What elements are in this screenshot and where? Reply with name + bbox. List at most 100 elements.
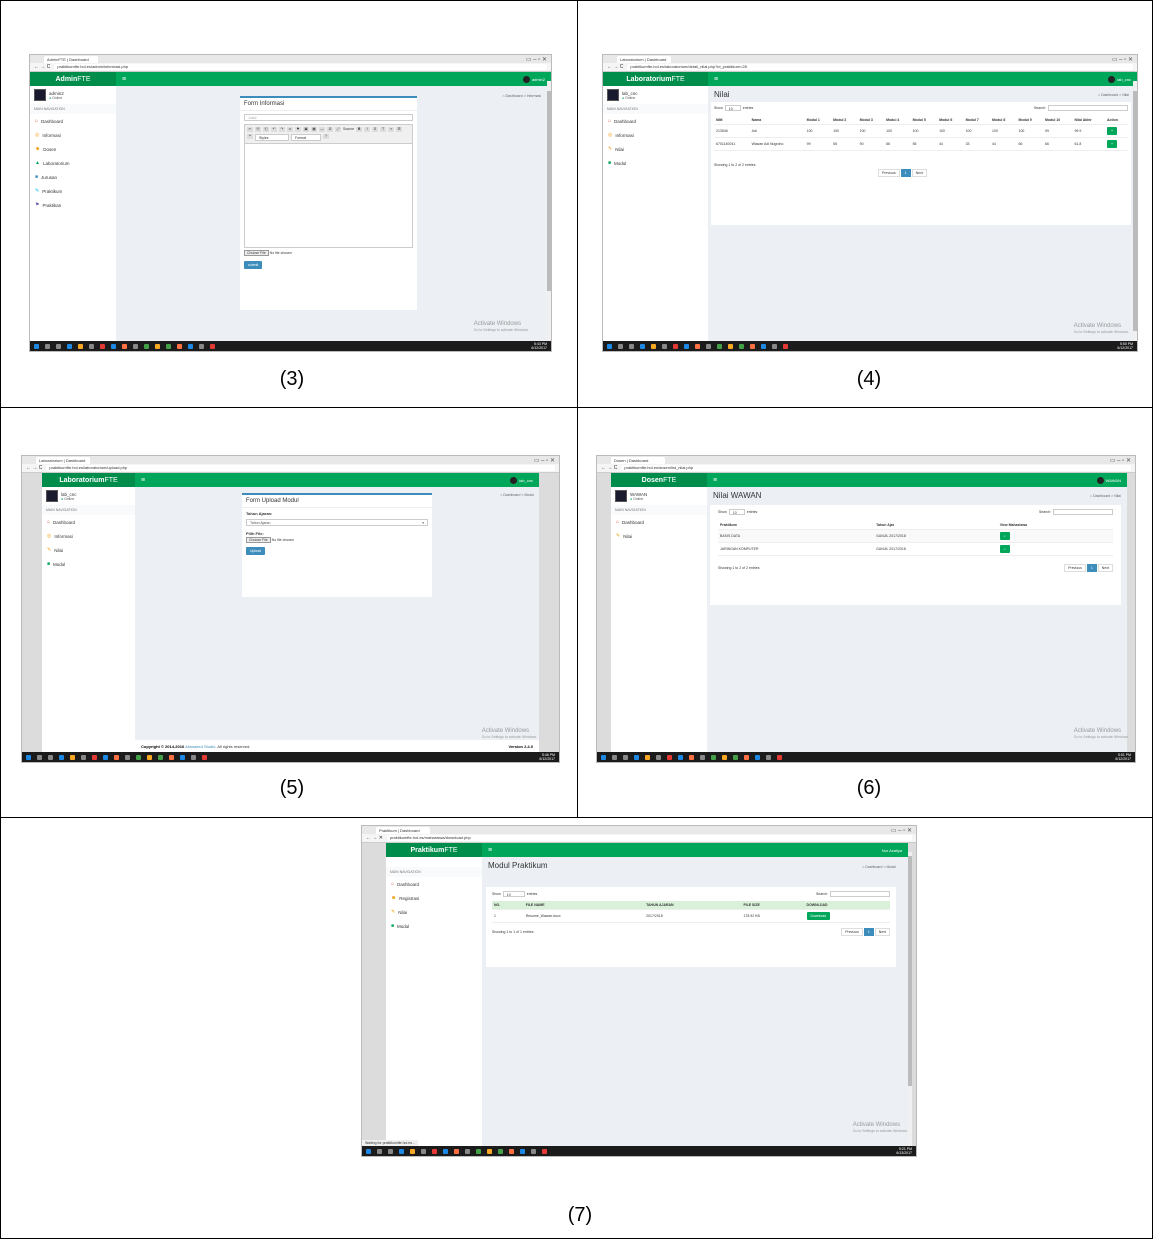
start-icon[interactable]: [601, 754, 606, 760]
app-icon[interactable]: [487, 1148, 492, 1154]
edge-icon[interactable]: [67, 343, 72, 349]
window-controls[interactable]: ▭ – ▫ ✕: [1112, 56, 1133, 63]
search-icon[interactable]: [377, 1148, 382, 1154]
filezilla-icon[interactable]: [210, 343, 215, 349]
app-icon[interactable]: [125, 754, 130, 760]
excel-icon[interactable]: [476, 1148, 481, 1154]
excel-icon[interactable]: [144, 343, 149, 349]
browser-tab[interactable]: Laboratorium | Dashboard: [36, 457, 90, 464]
folder-icon[interactable]: [70, 754, 75, 760]
start-icon[interactable]: [26, 754, 31, 760]
format-select[interactable]: Format: [291, 134, 321, 141]
browser-tab[interactable]: Laboratorium | Dashboard: [617, 56, 671, 63]
edge-icon[interactable]: [59, 754, 64, 760]
download-button[interactable]: Download: [806, 912, 831, 920]
folder-icon[interactable]: [645, 754, 650, 760]
taskbar-clock[interactable]: 5:43 PM 6/12/2017: [531, 342, 547, 350]
link-icon[interactable]: ∞: [287, 127, 293, 132]
chrome-icon[interactable]: [695, 343, 700, 349]
column-header[interactable]: Modul 7: [963, 116, 991, 125]
undo-icon[interactable]: ↶: [271, 127, 277, 132]
prev-button[interactable]: Previous: [1064, 564, 1086, 572]
sidebar-item-laboratorium[interactable]: ▲ Laboratorium: [30, 156, 116, 170]
brand-logo[interactable]: Laboratorium FTE: [603, 72, 708, 86]
store-icon[interactable]: [421, 1148, 426, 1154]
choose-file-button[interactable]: Choose File: [246, 537, 271, 543]
search-icon[interactable]: [612, 754, 617, 760]
prev-button[interactable]: Previous: [878, 169, 900, 177]
clear-format-icon[interactable]: T: [380, 127, 387, 132]
bold-icon[interactable]: B: [356, 127, 363, 132]
column-header[interactable]: NO.: [492, 901, 524, 910]
source-button[interactable]: Source: [343, 127, 354, 132]
search-icon[interactable]: [37, 754, 42, 760]
styles-select[interactable]: Styles: [255, 134, 289, 141]
sidebar-item-modul[interactable]: ■ Modul: [603, 156, 708, 170]
add-nilai-button[interactable]: +: [1107, 140, 1118, 148]
next-button[interactable]: Next: [1097, 564, 1113, 572]
menu-toggle-icon[interactable]: ≡: [714, 76, 718, 83]
brand-logo[interactable]: Praktikum FTE: [386, 843, 482, 857]
app-icon[interactable]: [722, 754, 727, 760]
chrome-icon[interactable]: [454, 1148, 459, 1154]
column-header[interactable]: Tahun Ajar: [874, 521, 998, 530]
sidebar-item-praktikum[interactable]: ✎ Praktikum: [30, 184, 116, 198]
app-icon[interactable]: [188, 343, 193, 349]
filezilla-icon[interactable]: [783, 343, 788, 349]
italic-icon[interactable]: I: [364, 127, 371, 132]
app-icon[interactable]: [169, 754, 174, 760]
line-icon[interactable]: [733, 754, 738, 760]
upload-button[interactable]: Upload: [246, 547, 266, 555]
sidebar-item-nilai[interactable]: ✎ Nilai: [386, 905, 482, 919]
sidebar-item-modul[interactable]: ■ Modul: [42, 557, 135, 571]
column-header[interactable]: Praktikum: [718, 521, 875, 530]
breadcrumb[interactable]: ⌂ Dashboard > Nilai: [1090, 494, 1121, 498]
taskview-icon[interactable]: [48, 754, 53, 760]
taskbar-clock[interactable]: 5:46 PM 6/12/2017: [539, 753, 555, 761]
folder-icon[interactable]: [410, 1148, 415, 1154]
nav-arrows-icon[interactable]: ← → C: [26, 465, 42, 471]
column-header[interactable]: FILE SIZE: [741, 901, 805, 910]
address-bar[interactable]: praktikumfte.hol.es/dosen/list_nilai.php: [621, 465, 1131, 471]
address-bar[interactable]: praktikumfte.hol.es/admin/informasi.php: [54, 64, 547, 70]
quote-icon[interactable]: ❝: [247, 134, 253, 139]
chrome-icon[interactable]: [122, 343, 127, 349]
column-header[interactable]: Modul 10: [1043, 116, 1073, 125]
chrome-icon[interactable]: [114, 754, 119, 760]
entries-select[interactable]: 10: [502, 891, 525, 897]
nav-arrows-icon[interactable]: ← → C: [607, 64, 623, 70]
nav-arrows-icon[interactable]: ← → ✕: [366, 835, 383, 841]
taskbar-clock[interactable]: 5:51 PM 6/12/2017: [1115, 753, 1131, 761]
app-icon[interactable]: [465, 1148, 470, 1154]
column-header[interactable]: Modul 1: [804, 116, 832, 125]
prev-button[interactable]: Previous: [841, 928, 863, 936]
start-icon[interactable]: [34, 343, 39, 349]
next-button[interactable]: Next: [874, 928, 890, 936]
store-icon[interactable]: [662, 343, 667, 349]
column-header[interactable]: Nama: [749, 116, 805, 125]
app-icon[interactable]: [180, 754, 185, 760]
omega-icon[interactable]: Ω: [327, 127, 333, 132]
store-icon[interactable]: [89, 343, 94, 349]
breadcrumb[interactable]: ⌂ Dashboard > Modul: [862, 865, 896, 869]
hr-icon[interactable]: —: [319, 127, 325, 132]
page-1-button[interactable]: 1: [1086, 564, 1097, 572]
image-icon[interactable]: ▣: [303, 127, 309, 132]
taskbar-clock[interactable]: 5:21 PM 6/13/2017: [896, 1147, 912, 1155]
app-icon[interactable]: [191, 754, 196, 760]
sidebar-item-dashboard[interactable]: ⌂ Dashboard: [603, 114, 708, 128]
numbered-list-icon[interactable]: ≡: [388, 127, 395, 132]
browser-tab[interactable]: Praktikum | Dashboard: [376, 827, 430, 834]
menu-toggle-icon[interactable]: ≡: [488, 847, 492, 854]
word-icon[interactable]: [111, 343, 116, 349]
app-icon[interactable]: [766, 754, 771, 760]
store-icon[interactable]: [656, 754, 661, 760]
judul-input[interactable]: Judul: [244, 114, 413, 121]
tahun-select[interactable]: Tahun Ajaran ▾: [246, 519, 428, 526]
column-header[interactable]: TAHUN AJARAN: [644, 901, 742, 910]
excel-icon[interactable]: [711, 754, 716, 760]
powerpoint-icon[interactable]: [100, 343, 105, 349]
flag-icon[interactable]: ⚑: [295, 127, 301, 132]
address-bar[interactable]: praktikumfte.hol.es/laboratorium/detail_…: [627, 64, 1133, 70]
word-icon[interactable]: [678, 754, 683, 760]
